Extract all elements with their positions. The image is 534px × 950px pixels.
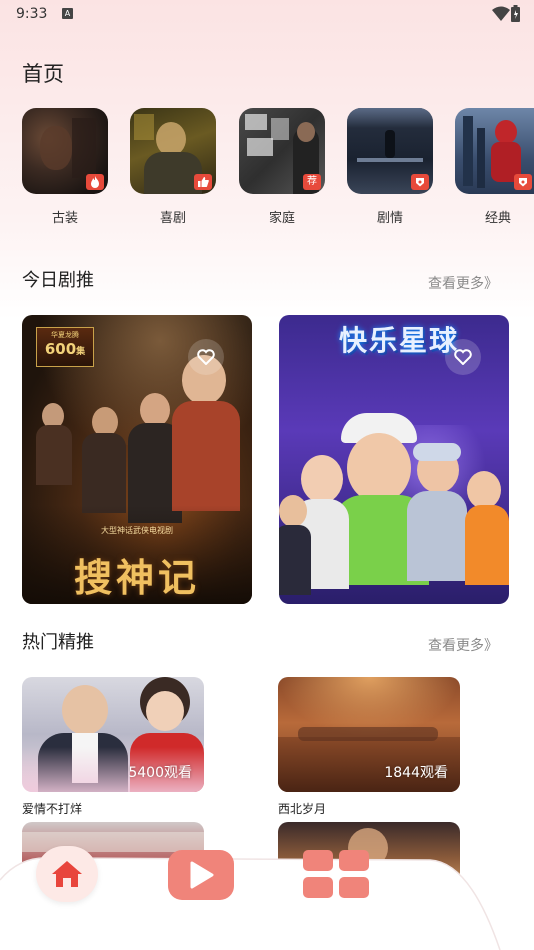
category-label: 剧情	[376, 211, 403, 226]
category-thumbnail	[347, 108, 433, 194]
poster-tagline: 大型神话武侠电视剧	[101, 526, 173, 535]
category-item-juqing[interactable]: 剧情	[347, 108, 433, 226]
tab-play[interactable]	[168, 850, 234, 900]
category-item-xiju[interactable]: 喜剧	[130, 108, 216, 226]
section-title-today: 今日剧推	[22, 270, 94, 291]
notification-icon: A	[62, 8, 73, 19]
shield-icon	[514, 174, 532, 190]
battery-icon	[511, 5, 520, 22]
category-thumbnail	[22, 108, 108, 194]
poster-soushenji[interactable]: 华夏龙腾 600集 大型神话武侠电视剧 搜神记	[22, 315, 252, 604]
poster-corner-badge: 华夏龙腾 600集	[36, 327, 94, 367]
bottom-tab-bar	[0, 846, 534, 950]
tab-category[interactable]	[303, 850, 373, 900]
tab-home[interactable]	[36, 846, 98, 902]
favorite-button[interactable]	[188, 339, 224, 375]
corner-number: 600集	[37, 340, 93, 361]
hot-item-title: 爱情不打烊	[22, 802, 83, 816]
heart-icon	[197, 349, 215, 365]
thumbs-up-icon	[194, 174, 212, 190]
page-title: 首页	[22, 62, 64, 86]
shield-icon	[411, 174, 429, 190]
wifi-icon	[492, 6, 510, 21]
category-row: 古装 喜剧 荐 家庭 剧情 经典	[0, 108, 534, 228]
section-title-hot: 热门精推	[22, 632, 94, 653]
view-count: 1844观看	[384, 765, 448, 781]
category-thumbnail: 荐	[239, 108, 325, 194]
category-label: 经典	[484, 211, 511, 226]
category-item-jiating[interactable]: 荐 家庭	[239, 108, 325, 226]
hot-card-xibei[interactable]: 1844观看	[278, 677, 460, 792]
poster-title-art: 搜神记	[73, 555, 200, 600]
grid-icon	[303, 850, 369, 898]
heart-icon	[454, 349, 472, 365]
corner-big: 600	[44, 340, 77, 358]
hot-card-aiqing[interactable]: 5400观看	[22, 677, 204, 792]
hot-item-title: 西北岁月	[278, 802, 327, 816]
recommend-badge: 荐	[303, 174, 321, 190]
category-label: 家庭	[268, 211, 295, 226]
favorite-button[interactable]	[445, 339, 481, 375]
category-item-jingdian[interactable]: 经典	[455, 108, 534, 226]
category-item-guzhuang[interactable]: 古装	[22, 108, 108, 226]
view-count: 5400观看	[128, 765, 192, 781]
category-thumbnail	[130, 108, 216, 194]
more-link-today[interactable]: 查看更多》	[428, 273, 498, 293]
more-link-hot[interactable]: 查看更多》	[428, 635, 498, 655]
status-bar: 9:33 A	[0, 0, 534, 30]
category-label: 喜剧	[159, 211, 186, 226]
corner-sub: 集	[76, 347, 86, 357]
flame-icon	[86, 174, 104, 190]
category-thumbnail	[455, 108, 534, 194]
status-time: 9:33	[16, 6, 48, 22]
play-icon	[190, 861, 214, 889]
poster-kuaile-xingqiu[interactable]: 快乐星球	[279, 315, 509, 604]
category-label: 古装	[51, 211, 78, 226]
corner-top-text: 华夏龙腾	[51, 331, 79, 339]
home-icon	[52, 861, 82, 887]
